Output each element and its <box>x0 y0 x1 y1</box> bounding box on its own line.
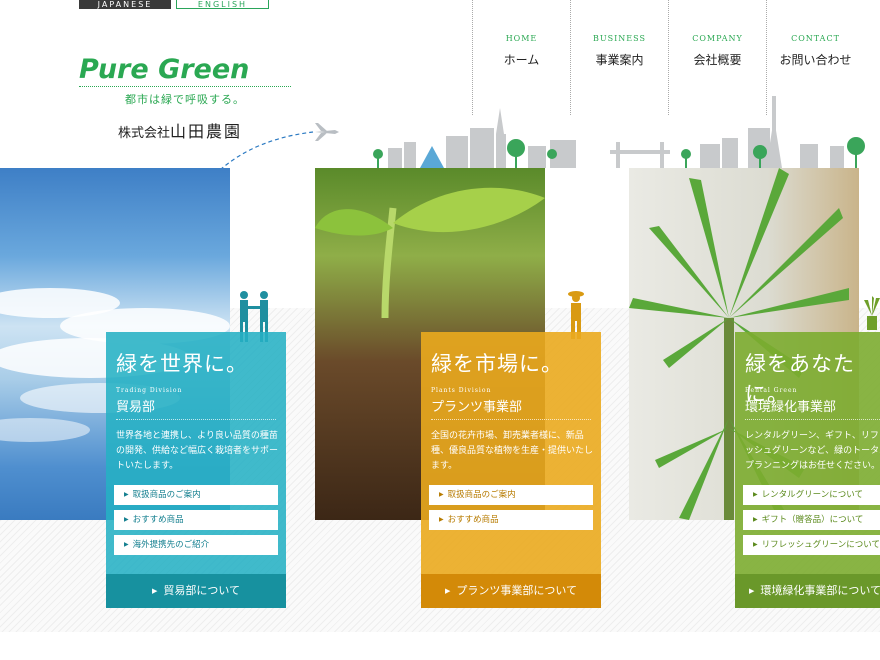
card-divider <box>431 419 591 420</box>
city-skyline-illustration <box>373 96 865 168</box>
nav-item-en: COMPANY <box>692 34 743 43</box>
card-link-products[interactable]: 取扱商品のご案内 <box>114 485 278 505</box>
card-footer-button[interactable]: 貿易部について <box>106 574 286 608</box>
card-division-en: Trading Division <box>116 387 183 394</box>
lang-english-tab[interactable]: ENGLISH <box>176 0 269 9</box>
card-footer-button[interactable]: プランツ事業部について <box>421 574 601 608</box>
nav-item-label: お問い合わせ <box>779 53 852 67</box>
card-divider <box>745 419 880 420</box>
card-divider <box>116 419 276 420</box>
card-link-gift[interactable]: ギフト（贈答品）について <box>743 510 880 530</box>
logo-tagline: 都市は緑で呼吸する。 <box>125 93 245 106</box>
logo-divider <box>79 86 291 87</box>
page: JAPANESE ENGLISH Pure Green 都市は緑で呼吸する。 株… <box>0 0 880 660</box>
company-prefix: 株式会社 <box>118 126 171 141</box>
potted-plant-icon <box>864 296 880 330</box>
nav-item-en: CONTACT <box>791 34 840 43</box>
nav-item-label: ホーム <box>503 53 540 67</box>
card-footer-button[interactable]: 環境緑化事業部について <box>735 574 880 608</box>
lang-japanese-tab[interactable]: JAPANESE <box>79 0 171 9</box>
nav-item-en: BUSINESS <box>593 34 646 43</box>
nav-item-label: 事業案内 <box>595 53 644 67</box>
nav-item-label: 会社概要 <box>693 53 742 67</box>
card-link-recommended[interactable]: おすすめ商品 <box>429 510 593 530</box>
card-division-name: 貿易部 <box>116 400 156 415</box>
card-division-en: Rental Green <box>745 387 798 394</box>
nav-item-en: HOME <box>505 34 538 43</box>
plants-division-card: 緑を市場に。 Plants Division プランツ事業部 全国の花卉市場、卸… <box>421 332 601 608</box>
card-title: 緑を世界に。 <box>116 352 248 376</box>
trading-division-card: 緑を世界に。 Trading Division 貿易部 世界各地と連携し、より良… <box>106 332 286 608</box>
card-title: 緑を市場に。 <box>431 352 563 376</box>
card-link-list: 取扱商品のご案内 おすすめ商品 海外提携先のご紹介 <box>114 485 278 560</box>
card-link-list: レンタルグリーンについて ギフト（贈答品）について リフレッシュグリーンについて <box>743 485 880 560</box>
bottom-band <box>0 632 880 660</box>
card-link-list: 取扱商品のご案内 おすすめ商品 <box>429 485 593 535</box>
card-link-overseas-partners[interactable]: 海外提携先のご紹介 <box>114 535 278 555</box>
card-link-refresh-green[interactable]: リフレッシュグリーンについて <box>743 535 880 555</box>
card-description: 世界各地と連携し、より良い品質の種苗の開発、供給など幅広く栽培者をサポートいたし… <box>116 431 279 471</box>
card-link-products[interactable]: 取扱商品のご案内 <box>429 485 593 505</box>
card-division-name: プランツ事業部 <box>431 400 523 415</box>
card-description: レンタルグリーン、ギフト、リフレッシュグリーンなど、緑のトータルプランニングはお… <box>745 431 880 471</box>
site-logo[interactable]: Pure Green <box>79 54 249 85</box>
card-division-name: 環境緑化事業部 <box>745 400 837 415</box>
card-link-rental-green[interactable]: レンタルグリーンについて <box>743 485 880 505</box>
card-description: 全国の花卉市場、卸売業者様に、新品種、優良品質な植物を生産・提供いたします。 <box>431 431 594 471</box>
card-link-recommended[interactable]: おすすめ商品 <box>114 510 278 530</box>
card-division-en: Plants Division <box>431 387 492 394</box>
rental-green-card: 緑をあなたに。 Rental Green 環境緑化事業部 レンタルグリーン、ギフ… <box>735 332 880 608</box>
